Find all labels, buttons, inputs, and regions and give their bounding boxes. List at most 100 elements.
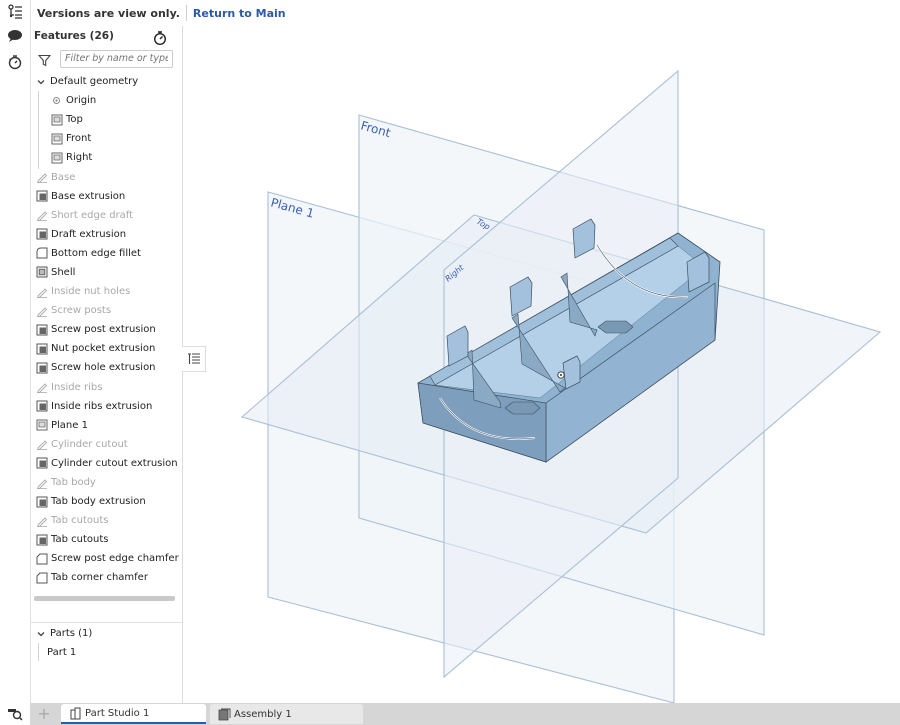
shell-icon — [35, 266, 48, 279]
extrude-icon — [35, 342, 48, 355]
feature-item[interactable]: Screw post extrusion — [31, 320, 182, 339]
version-bar: Versions are view only. Return to Main — [31, 0, 292, 26]
plane-icon — [50, 132, 63, 145]
features-title: Features (26) — [34, 30, 114, 42]
feature-item[interactable]: Cylinder cutout — [31, 435, 182, 454]
graphics-viewport[interactable]: Front Plane 1 Top Right — [183, 26, 900, 704]
tab-label: Assembly 1 — [234, 708, 292, 720]
feature-label: Screw post edge chamfer — [51, 553, 179, 565]
comments-icon[interactable] — [6, 27, 24, 45]
feature-item[interactable]: Base extrusion — [31, 187, 182, 206]
feature-item[interactable]: Screw posts — [31, 301, 182, 320]
extrude-icon — [35, 495, 48, 508]
feature-label: Inside ribs — [51, 381, 103, 393]
chevron-down-icon[interactable] — [34, 75, 47, 88]
model-view[interactable]: Front Plane 1 Top Right — [183, 26, 900, 704]
feature-item[interactable]: Plane 1 — [31, 416, 182, 435]
extrude-icon — [35, 400, 48, 413]
feature-label: Tab body extrusion — [51, 496, 146, 508]
origin-icon — [50, 94, 63, 107]
fillet-icon — [35, 247, 48, 260]
extrude-icon — [35, 228, 48, 241]
horizontal-scrollbar[interactable] — [34, 596, 175, 601]
feature-item[interactable]: Tab corner chamfer — [31, 568, 182, 587]
feature-item[interactable]: Cylinder cutout extrusion — [31, 454, 182, 473]
feature-item[interactable]: Tab body — [31, 473, 182, 492]
feature-label: Short edge draft — [51, 209, 134, 221]
feature-label: Screw hole extrusion — [51, 362, 156, 374]
chevron-down-icon[interactable] — [34, 627, 47, 640]
extrude-icon — [35, 323, 48, 336]
view-search-icon[interactable] — [7, 707, 23, 724]
feature-label: Cylinder cutout extrusion — [51, 457, 178, 469]
extrude-icon — [35, 457, 48, 470]
feature-item[interactable]: Tab cutouts — [31, 530, 182, 549]
tree-item-front[interactable]: Front — [31, 129, 182, 148]
filter-icon[interactable] — [37, 54, 52, 67]
feature-item[interactable]: Tab body extrusion — [31, 492, 182, 511]
feature-item[interactable]: Nut pocket extrusion — [31, 339, 182, 358]
feature-label: Screw post extrusion — [51, 324, 156, 336]
sketch-icon — [35, 285, 48, 298]
add-tab-button[interactable]: + — [35, 704, 53, 724]
feature-item[interactable]: Inside ribs — [31, 378, 182, 397]
tab-label: Part Studio 1 — [85, 707, 150, 719]
feature-item[interactable]: Inside nut holes — [31, 282, 182, 301]
parts-list: Parts (1) Part 1 — [31, 623, 182, 662]
plane-icon — [35, 419, 48, 432]
feature-label: Base — [51, 171, 76, 183]
feature-item[interactable]: Base — [31, 167, 182, 186]
feature-panel: Features (26) Default geometry Origin To… — [31, 26, 183, 703]
feature-label: Bottom edge fillet — [51, 247, 141, 259]
plane-icon — [50, 151, 63, 164]
part-item[interactable]: Part 1 — [31, 643, 182, 662]
feature-label: Inside ribs extrusion — [51, 400, 153, 412]
chamfer-icon — [35, 552, 48, 565]
tab-assembly-1[interactable]: Assembly 1 — [210, 704, 363, 724]
tree-item-label: Origin — [66, 95, 97, 107]
feature-label: Shell — [51, 266, 76, 278]
performance-timer-icon[interactable] — [6, 53, 24, 71]
sketch-icon — [35, 438, 48, 451]
feature-item[interactable]: Shell — [31, 263, 182, 282]
parts-group[interactable]: Parts (1) — [31, 624, 182, 643]
tree-item-label: Right — [66, 152, 93, 164]
return-to-main-link[interactable]: Return to Main — [187, 7, 292, 20]
tree-item-right[interactable]: Right — [31, 148, 182, 167]
feature-tree: Default geometry Origin Top Front Right … — [31, 72, 182, 588]
default-geometry-group[interactable]: Default geometry — [31, 72, 182, 91]
filter-input[interactable] — [60, 50, 173, 68]
feature-item[interactable]: Tab cutouts — [31, 511, 182, 530]
sketch-icon — [35, 171, 48, 184]
feature-list-icon[interactable] — [6, 3, 24, 21]
feature-label: Plane 1 — [51, 419, 88, 431]
version-notice: Versions are view only. — [37, 6, 180, 20]
feature-item[interactable]: Short edge draft — [31, 206, 182, 225]
feature-item[interactable]: Screw post edge chamfer — [31, 549, 182, 568]
feature-item[interactable]: Screw hole extrusion — [31, 358, 182, 377]
feature-label: Draft extrusion — [51, 228, 127, 240]
sketch-icon — [35, 209, 48, 222]
sketch-icon — [35, 514, 48, 527]
left-toolbar — [0, 0, 31, 703]
part-studio-icon — [70, 707, 81, 719]
feature-label: Nut pocket extrusion — [51, 343, 156, 355]
extrude-icon — [35, 190, 48, 203]
feature-item[interactable]: Inside ribs extrusion — [31, 397, 182, 416]
feature-label: Base extrusion — [51, 190, 126, 202]
parts-group-label: Parts (1) — [50, 628, 93, 640]
plane-icon — [50, 113, 63, 126]
tree-item-label: Top — [66, 114, 83, 126]
feature-label: Tab cutouts — [51, 534, 109, 546]
feature-item[interactable]: Bottom edge fillet — [31, 244, 182, 263]
tree-item-top[interactable]: Top — [31, 110, 182, 129]
sketch-icon — [35, 304, 48, 317]
assembly-icon — [218, 708, 231, 720]
feature-item[interactable]: Draft extrusion — [31, 225, 182, 244]
tree-item-origin[interactable]: Origin — [31, 91, 182, 110]
rollback-timer-icon[interactable] — [152, 30, 168, 46]
feature-label: Cylinder cutout — [51, 438, 128, 450]
feature-label: Screw posts — [51, 305, 112, 317]
tab-part-studio-1[interactable]: Part Studio 1 — [61, 704, 206, 724]
feature-label: Inside nut holes — [51, 286, 131, 298]
